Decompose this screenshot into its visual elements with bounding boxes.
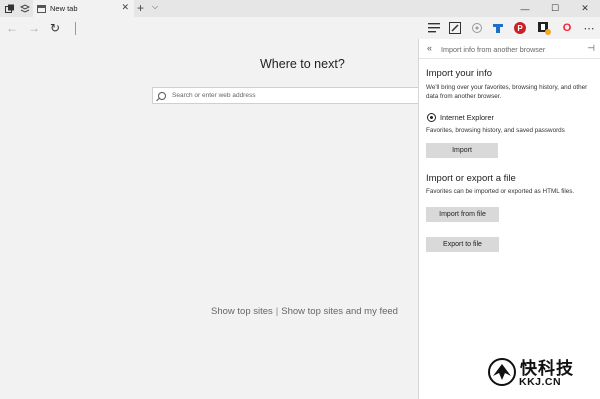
maximize-button[interactable]: ☐ xyxy=(540,0,570,17)
browser-option-desc: Favorites, browsing history, and saved p… xyxy=(426,127,565,134)
tab-list-chevron-icon[interactable]: ⌵ xyxy=(152,2,158,12)
import-button[interactable]: Import xyxy=(426,143,498,158)
opera-icon[interactable]: O xyxy=(560,21,574,35)
close-window-button[interactable]: ✕ xyxy=(570,0,600,17)
search-icon xyxy=(158,91,166,100)
forward-button[interactable]: → xyxy=(28,21,40,35)
watermark-logo-icon xyxy=(488,358,516,386)
back-chevron-icon[interactable]: « xyxy=(427,43,432,53)
search-box[interactable] xyxy=(152,87,418,104)
navigation-bar: ← → ↻ P O ⋯ xyxy=(0,17,600,39)
browser-option-label[interactable]: Internet Explorer xyxy=(440,113,494,122)
panel-header: « Import info from another browser ⊣ xyxy=(419,39,600,59)
panel-title: Import info from another browser xyxy=(441,45,546,54)
close-tab-icon[interactable]: ✕ xyxy=(121,2,129,13)
tab-preview-icon[interactable] xyxy=(4,3,15,14)
back-button[interactable]: ← xyxy=(6,21,18,35)
search-input[interactable] xyxy=(172,92,412,99)
import-section-desc: We'll bring over your favorites, browsin… xyxy=(426,84,588,100)
watermark-url: KKJ.CN xyxy=(519,376,562,388)
evernote-icon[interactable] xyxy=(537,21,551,35)
site-watermark: 快科技 KKJ.CN xyxy=(488,352,596,396)
nav-divider xyxy=(75,22,76,35)
share-icon[interactable] xyxy=(470,21,484,35)
export-to-file-button[interactable]: Export to file xyxy=(426,237,499,252)
more-icon[interactable]: ⋯ xyxy=(582,21,596,35)
hub-icon[interactable] xyxy=(427,21,441,35)
new-tab-page: Where to next? Show top sites|Show top s… xyxy=(0,39,418,399)
top-sites-separator: | xyxy=(275,306,279,317)
extension-icon[interactable] xyxy=(491,21,505,35)
file-section-title: Import or export a file xyxy=(426,173,516,184)
show-top-sites-link[interactable]: Show top sites xyxy=(211,306,273,317)
web-note-icon[interactable] xyxy=(448,21,462,35)
import-section-title: Import your info xyxy=(426,68,492,79)
minimize-button[interactable]: — xyxy=(510,0,540,17)
tab-new-tab[interactable]: New tab ✕ xyxy=(33,0,134,17)
top-sites-options: Show top sites | Show top sites and my fee… xyxy=(211,306,398,317)
pin-panel-icon[interactable]: ⊣ xyxy=(587,43,595,54)
import-from-file-button[interactable]: Import from file xyxy=(426,207,499,222)
show-top-sites-and-feed-link[interactable]: Show top sites and my feed xyxy=(281,306,398,317)
browser-radio[interactable] xyxy=(427,113,436,122)
file-section-desc: Favorites can be imported or exported as… xyxy=(426,188,575,195)
refresh-button[interactable]: ↻ xyxy=(50,21,60,35)
title-bar: New tab ✕ + ⌵ — ☐ ✕ xyxy=(0,0,600,17)
import-panel: « Import info from another browser ⊣ Imp… xyxy=(418,39,600,399)
new-tab-favicon-icon xyxy=(37,4,46,13)
new-tab-button[interactable]: + xyxy=(137,1,144,15)
pinterest-icon[interactable]: P xyxy=(514,22,526,34)
set-aside-tabs-icon[interactable] xyxy=(19,3,30,14)
tab-title: New tab xyxy=(50,4,78,13)
page-title: Where to next? xyxy=(260,57,345,71)
